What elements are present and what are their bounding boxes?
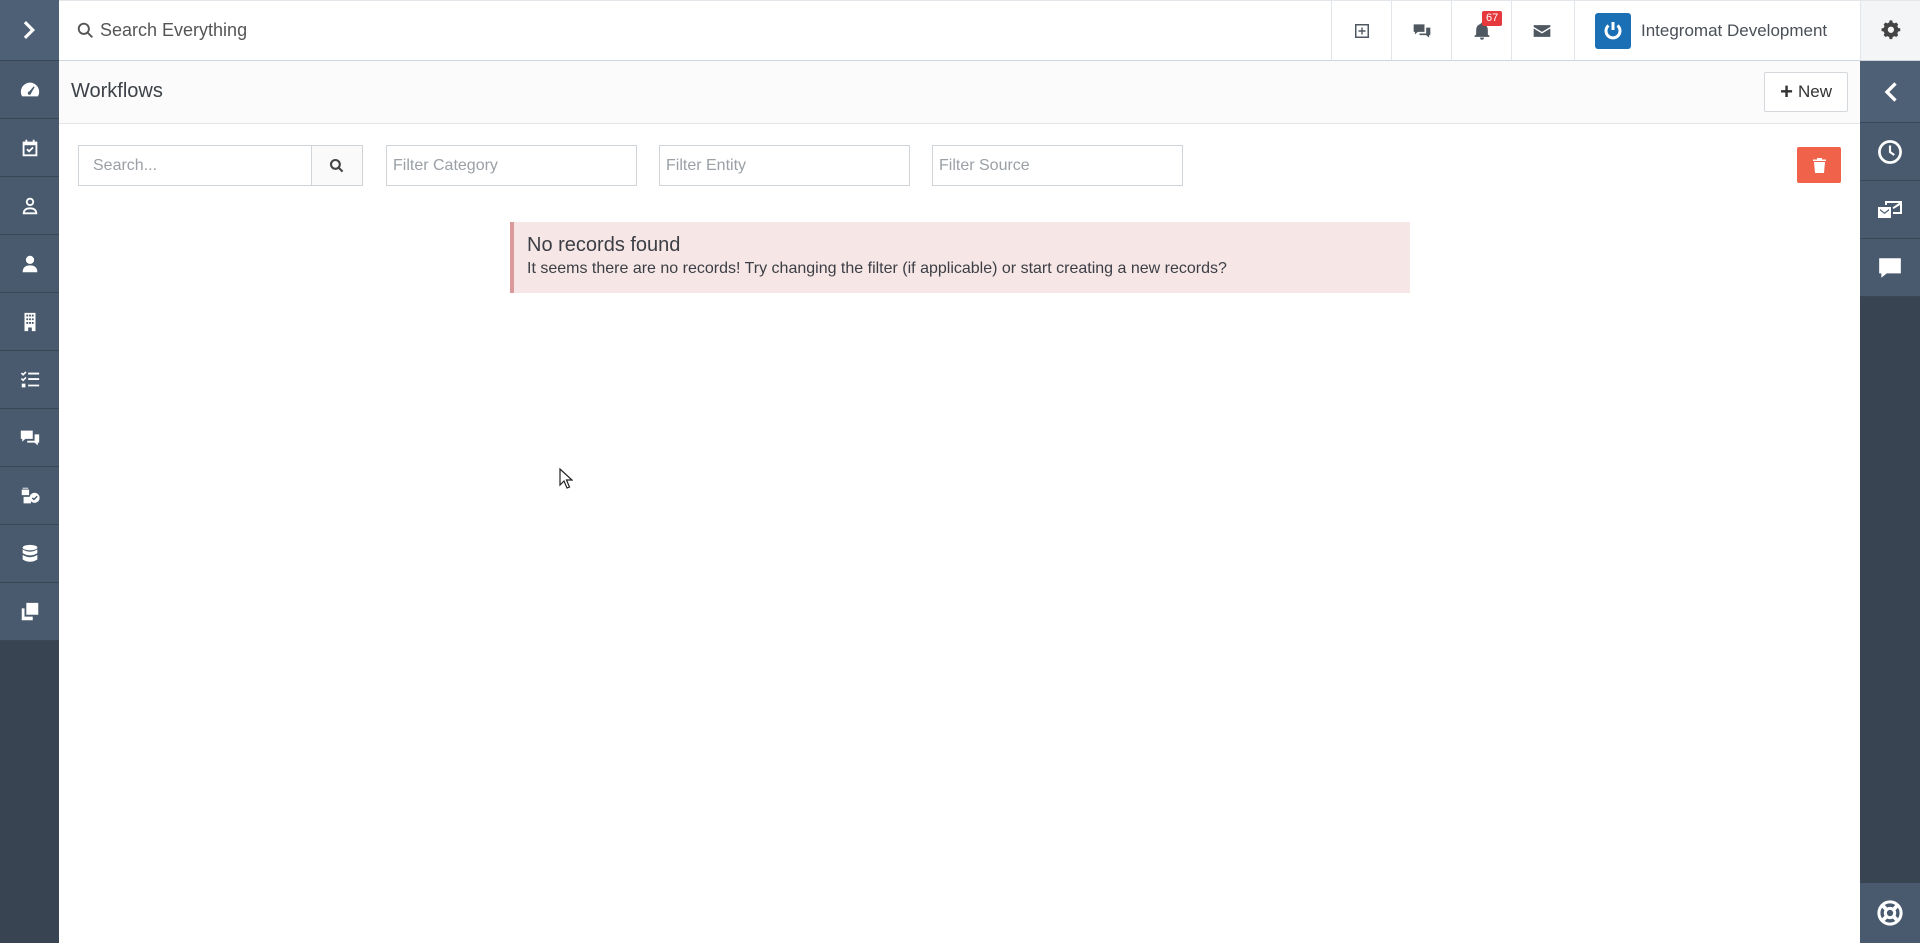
- dashboard-icon: [20, 82, 39, 96]
- right-sidebar-mailbox[interactable]: [1860, 181, 1920, 239]
- database-icon: [22, 544, 37, 562]
- account-name: Integromat Development: [1641, 20, 1828, 40]
- sidebar-expand-button[interactable]: [0, 0, 59, 61]
- search-icon: [329, 158, 344, 172]
- settings-button[interactable]: [1860, 1, 1920, 60]
- sidebar-item-conversations[interactable]: [0, 409, 59, 467]
- comments-icon: [20, 430, 39, 445]
- trash-icon: [1812, 157, 1826, 173]
- tasks-icon: [20, 370, 39, 387]
- left-sidebar: [0, 0, 59, 943]
- chat-button[interactable]: [1391, 1, 1451, 60]
- calendar-check-icon: [22, 139, 37, 156]
- envelope-icon: [1533, 24, 1550, 37]
- right-sidebar-collapse-button[interactable]: [1860, 61, 1920, 123]
- delete-button[interactable]: [1797, 147, 1841, 183]
- global-search-placeholder: Search Everything: [100, 20, 248, 40]
- page-header: Workflows + New: [59, 61, 1860, 124]
- global-search[interactable]: Search Everything: [59, 1, 1329, 60]
- help-button[interactable]: [1860, 883, 1920, 943]
- user-icon: [22, 255, 37, 272]
- account-logo: [1595, 12, 1631, 49]
- sidebar-item-contacts[interactable]: [0, 177, 59, 235]
- chevron-right-icon: [23, 21, 35, 39]
- building-icon: [24, 312, 35, 331]
- right-sidebar: [1860, 61, 1920, 943]
- search-icon: [77, 22, 93, 38]
- notifications-button[interactable]: 67: [1451, 1, 1511, 60]
- filter-entity-input[interactable]: [659, 145, 910, 186]
- email-button[interactable]: [1511, 1, 1571, 60]
- search-button[interactable]: [311, 145, 363, 186]
- sidebar-item-tasks[interactable]: [0, 351, 59, 409]
- mail-box-icon: [1878, 200, 1902, 218]
- user-outline-icon: [22, 197, 37, 214]
- sidebar-item-calendar[interactable]: [0, 119, 59, 177]
- account-menu[interactable]: Integromat Development: [1574, 1, 1860, 60]
- sidebar-item-database[interactable]: [0, 525, 59, 583]
- comment-icon: [1879, 257, 1901, 278]
- right-sidebar-comments[interactable]: [1860, 239, 1920, 297]
- topbar: Search Everything 67 Integromat Developm…: [59, 0, 1920, 61]
- page-title: Workflows: [71, 80, 163, 102]
- life-ring-icon: [1877, 900, 1903, 926]
- plus-icon: +: [1780, 79, 1793, 104]
- cubes-check-icon: [21, 487, 40, 503]
- search-input[interactable]: [78, 145, 312, 186]
- quick-create-button[interactable]: [1331, 1, 1391, 60]
- alert-title: No records found: [527, 234, 681, 256]
- new-button-label: New: [1797, 82, 1832, 101]
- copy-icon: [21, 602, 38, 620]
- notification-badge: 67: [1482, 11, 1503, 26]
- clock-icon: [1878, 139, 1902, 164]
- no-records-alert: No records found It seems there are no r…: [510, 222, 1410, 293]
- sidebar-item-documents[interactable]: [0, 583, 59, 641]
- filter-source-input[interactable]: [932, 145, 1183, 186]
- comments-icon: [1413, 23, 1430, 38]
- sidebar-item-dashboard[interactable]: [0, 61, 59, 119]
- sidebar-item-users[interactable]: [0, 235, 59, 293]
- gear-icon: [1881, 19, 1900, 39]
- mouse-cursor-icon: [559, 468, 573, 489]
- alert-message: It seems there are no records! Try chang…: [527, 260, 1227, 277]
- plus-square-icon: [1354, 23, 1369, 38]
- chevron-left-icon: [1884, 81, 1897, 102]
- new-workflow-button[interactable]: + New: [1764, 72, 1848, 112]
- filter-category-input[interactable]: [386, 145, 637, 186]
- sidebar-item-products[interactable]: [0, 467, 59, 525]
- right-sidebar-history[interactable]: [1860, 123, 1920, 181]
- sidebar-item-companies[interactable]: [0, 293, 59, 351]
- power-icon: [1604, 21, 1622, 39]
